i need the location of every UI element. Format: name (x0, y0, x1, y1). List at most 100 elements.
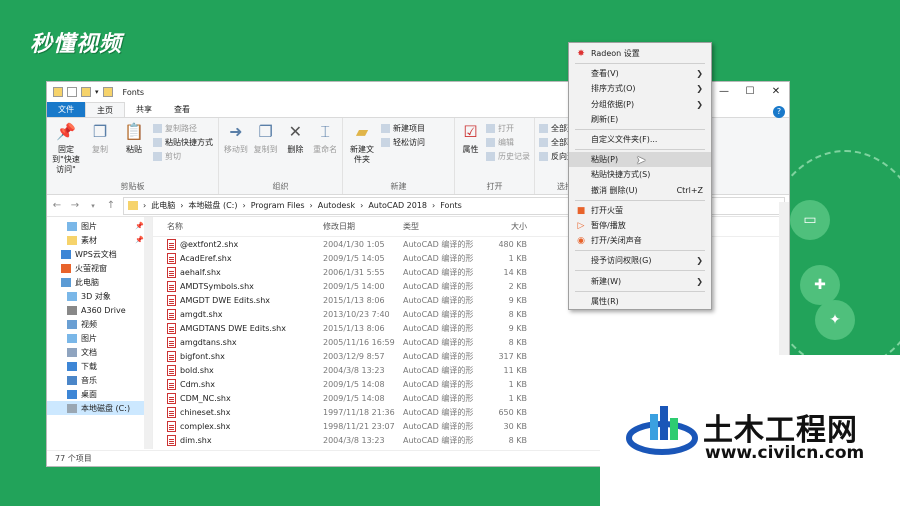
sidebar-item[interactable]: 下载 (47, 359, 152, 373)
group-name-organize: 组织 (272, 182, 289, 191)
column-type[interactable]: 类型 (403, 221, 481, 232)
menu-item[interactable]: ◉ 打开/关闭声音 (569, 233, 711, 248)
file-name-text: CDM_NC.shx (180, 393, 231, 403)
menu-item[interactable]: 属性(R) (569, 294, 711, 309)
column-size[interactable]: 大小 (481, 221, 531, 232)
tab-file[interactable]: 文件 (47, 102, 85, 117)
chevron-right-icon: ❯ (696, 276, 703, 286)
menu-item-label: 授予访问权限(G) (591, 256, 652, 266)
file-type: AutoCAD 编译的形 (403, 351, 474, 361)
menu-item-label: 打开火萤 (591, 205, 623, 215)
menu-item[interactable]: 自定义文件夹(F)... (569, 132, 711, 147)
sidebar-item[interactable]: WPS云文档 (47, 247, 152, 261)
shx-file-icon (167, 420, 176, 432)
easy-access-button[interactable]: 轻松访问 (381, 137, 425, 148)
file-name: @extfont2.shx (153, 238, 323, 250)
table-row[interactable]: AMGDTANS DWE Edits.shx 2015/1/13 8:06 Auto… (153, 321, 789, 335)
cut-button[interactable]: 剪切 (153, 151, 213, 162)
phone-icon: ▭ (803, 212, 817, 228)
folder-icon (128, 201, 138, 210)
menu-item[interactable]: 查看(V) ❯ (569, 66, 711, 81)
menu-item[interactable]: ✸ Radeon 设置 (569, 46, 711, 61)
menu-item[interactable]: 撤消 删除(U) Ctrl+Z (569, 183, 711, 198)
shx-file-icon (167, 392, 176, 404)
file-name: bigfont.shx (153, 350, 323, 362)
file-size: 14 KB (503, 267, 527, 277)
sidebar-item[interactable]: 本地磁盘 (C:) (47, 401, 152, 415)
menu-item-label: 暂停/播放 (591, 220, 626, 230)
open-button[interactable]: 打开 (486, 123, 530, 134)
new-item-icon (381, 124, 390, 133)
sidebar-scrollbar[interactable] (144, 217, 152, 449)
copy-path-button[interactable]: 复制路径 (153, 123, 213, 134)
maximize-button[interactable]: ☐ (737, 82, 763, 102)
navigation-pane: 图片 📌 素材 📌 WPS云文档 火萤视窗 此电脑 3D 对象 A360 Drive 视频 图片 文档… (47, 217, 153, 449)
table-row[interactable]: amgdtans.shx 2005/11/16 16:59 AutoCAD 编译的形… (153, 335, 789, 349)
up-arrow-icon[interactable]: ↑ (105, 200, 117, 211)
sidebar-item[interactable]: 视频 (47, 317, 152, 331)
menu-item[interactable]: 粘贴快捷方式(S) (569, 167, 711, 182)
file-name: Cdm.shx (153, 378, 323, 390)
decoration-circle: ▭ (790, 200, 830, 240)
breadcrumb-program-files[interactable]: Program Files (251, 201, 305, 210)
sidebar-item[interactable]: 素材 📌 (47, 233, 152, 247)
tab-home[interactable]: 主页 (85, 102, 125, 117)
sidebar-item[interactable]: 此电脑 (47, 275, 152, 289)
new-folder-icon[interactable] (81, 87, 91, 97)
menu-item[interactable]: 授予访问权限(G) ❯ (569, 253, 711, 268)
sidebar-item[interactable]: 文档 (47, 345, 152, 359)
breadcrumb-fonts[interactable]: Fonts (440, 201, 462, 210)
menu-item[interactable]: 排序方式(O) ❯ (569, 81, 711, 96)
paste-shortcut-button[interactable]: 粘贴快捷方式 (153, 137, 213, 148)
shx-file-icon (167, 364, 176, 376)
breadcrumb-this-pc[interactable]: 此电脑 (151, 200, 175, 211)
decoration-circle: ✚ (800, 265, 840, 305)
path-separator: › (242, 201, 246, 210)
sidebar-item[interactable]: 图片 📌 (47, 219, 152, 233)
shx-file-icon (167, 266, 176, 278)
sidebar-item[interactable]: 桌面 (47, 387, 152, 401)
menu-item[interactable]: ▷ 暂停/播放 (569, 218, 711, 233)
column-name[interactable]: 名称 (153, 221, 323, 232)
column-date[interactable]: 修改日期 (323, 221, 403, 232)
menu-item[interactable]: 新建(W) ❯ (569, 273, 711, 288)
copy-icon: ❐ (92, 122, 108, 141)
menu-item[interactable]: 分组依据(P) ❯ (569, 97, 711, 112)
properties-icon[interactable] (67, 87, 77, 97)
move-to-icon: ➜ (229, 122, 243, 141)
shx-file-icon (167, 308, 176, 320)
sidebar-item[interactable]: 3D 对象 (47, 289, 152, 303)
history-button[interactable]: 历史记录 (486, 151, 530, 162)
shx-file-icon (167, 378, 176, 390)
file-type: AutoCAD 编译的形 (403, 253, 474, 263)
minimize-button[interactable]: — (711, 82, 737, 102)
chevron-down-icon[interactable]: ▾ (95, 88, 99, 96)
close-button[interactable]: ✕ (763, 82, 789, 102)
star-icon: ✦ (829, 312, 841, 328)
menu-item[interactable]: 刷新(E) (569, 112, 711, 127)
tab-view[interactable]: 查看 (163, 102, 201, 117)
breadcrumb-autodesk[interactable]: Autodesk (318, 201, 355, 210)
sidebar-item[interactable]: A360 Drive (47, 303, 152, 317)
shx-file-icon (167, 322, 176, 334)
sidebar-item[interactable]: 音乐 (47, 373, 152, 387)
sidebar-item-label: 图片 (81, 221, 97, 231)
group-open: ☑ 属性 打开 编辑 历史记录 打开 (455, 118, 535, 194)
new-item-button[interactable]: 新建项目 (381, 123, 425, 134)
edit-button[interactable]: 编辑 (486, 137, 530, 148)
breadcrumb-c-drive[interactable]: 本地磁盘 (C:) (188, 200, 237, 211)
properties-icon: ☑ (463, 122, 478, 141)
menu-item[interactable]: ■ 打开火萤 (569, 203, 711, 218)
sidebar-item[interactable]: 火萤视窗 (47, 261, 152, 275)
help-icon[interactable]: ? (773, 106, 785, 118)
tab-share[interactable]: 共享 (125, 102, 163, 117)
forward-arrow-icon[interactable]: → (69, 200, 81, 211)
back-arrow-icon[interactable]: ← (51, 200, 63, 211)
sidebar-item[interactable]: 图片 (47, 331, 152, 345)
file-date: 2009/1/5 14:08 (323, 379, 385, 389)
recent-chevron-icon[interactable]: ▾ (87, 202, 99, 210)
breadcrumb-autocad[interactable]: AutoCAD 2018 (368, 201, 427, 210)
shx-file-icon (167, 406, 176, 418)
pin-icon: 📌 (56, 122, 76, 141)
sidebar-item-label: WPS云文档 (75, 249, 117, 259)
